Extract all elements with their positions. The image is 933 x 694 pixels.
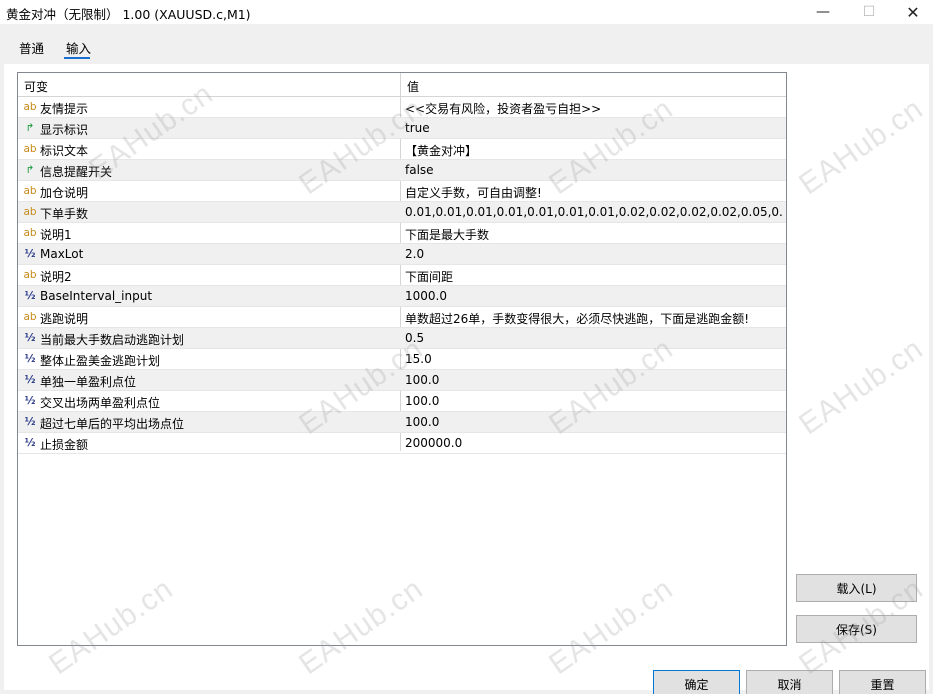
variable-value[interactable]: 下面是最大手数 [405,226,783,243]
close-button[interactable]: ✕ [890,0,933,24]
table-row[interactable]: ab 说明2 下面间距 [18,265,786,286]
variable-name: 信息提醒开关 [40,165,113,179]
variable-name: MaxLot [40,247,84,261]
text-type-icon: ab [23,227,37,239]
table-row[interactable]: ab 友情提示 <<交易有风险，投资者盈亏自担>> [18,97,786,118]
number-type-icon: ½ [24,248,36,260]
minimize-button[interactable]: — [800,0,846,24]
variable-value[interactable]: 【黄金对冲】 [405,142,783,159]
text-type-icon: ab [23,185,37,197]
bool-type-icon: ↱ [25,122,35,134]
table-row[interactable]: ½ 超过七单后的平均出场点位 100.0 [18,412,786,433]
variable-name: 单独一单盈利点位 [40,375,137,389]
table-row[interactable]: ½ 整体止盈美金逃跑计划 15.0 [18,349,786,370]
number-type-icon: ½ [24,332,36,344]
variable-value[interactable]: 0.5 [405,331,783,345]
variable-name: 友情提示 [40,102,89,116]
table-row[interactable]: ab 逃跑说明 单数超过26单，手数变得很大，必须尽快逃跑，下面是逃跑金额! [18,307,786,328]
cancel-button[interactable]: 取消 [746,670,833,694]
column-header-variable[interactable]: 可变 [24,78,48,95]
variable-name: 整体止盈美金逃跑计划 [40,354,161,368]
table-row[interactable]: ↱ 显示标识 true [18,118,786,139]
variable-value[interactable]: <<交易有风险，投资者盈亏自担>> [405,100,783,117]
variable-value[interactable]: 2.0 [405,247,783,261]
variable-value[interactable]: true [405,121,783,135]
text-type-icon: ab [23,143,37,155]
variable-value[interactable]: 单数超过26单，手数变得很大，必须尽快逃跑，下面是逃跑金额! [405,310,783,327]
variable-value[interactable]: 100.0 [405,373,783,387]
tab-inputs[interactable]: 输入 [66,38,91,57]
table-row[interactable]: ½ 止损金额 200000.0 [18,433,786,454]
variable-name: 显示标识 [40,123,89,137]
inputs-grid: 可变 值 ab 友情提示 <<交易有风险，投资者盈亏自担>> ↱ 显示标识 true ab 标… [17,72,787,646]
grid-rows: ab 友情提示 <<交易有风险，投资者盈亏自担>> ↱ 显示标识 true ab 标识文本 【黄… [18,97,786,454]
title-bar: 黄金对冲（无限制） 1.00 (XAUUSD.c,M1) — ☐ ✕ [0,0,933,24]
tab-general[interactable]: 普通 [19,38,44,57]
variable-value[interactable]: 100.0 [405,394,783,408]
number-type-icon: ½ [24,395,36,407]
table-row[interactable]: ↱ 信息提醒开关 false [18,160,786,181]
grid-header: 可变 值 [18,73,786,97]
variable-name: 交叉出场两单盈利点位 [40,396,161,410]
save-button[interactable]: 保存(S) [796,615,917,643]
variable-name: 止损金额 [40,438,89,452]
table-row[interactable]: ab 标识文本 【黄金对冲】 [18,139,786,160]
table-row[interactable]: ½ 交叉出场两单盈利点位 100.0 [18,391,786,412]
variable-value[interactable]: 200000.0 [405,436,783,450]
variable-name: 说明2 [40,270,72,284]
variable-name: 说明1 [40,228,72,242]
table-row[interactable]: ab 说明1 下面是最大手数 [18,223,786,244]
number-type-icon: ½ [24,437,36,449]
table-row[interactable]: ½ 单独一单盈利点位 100.0 [18,370,786,391]
variable-name: 超过七单后的平均出场点位 [40,417,185,431]
text-type-icon: ab [23,269,37,281]
column-header-value[interactable]: 值 [407,78,419,95]
reset-button[interactable]: 重置 [839,670,926,694]
variable-name: 当前最大手数启动逃跑计划 [40,333,185,347]
variable-name: 逃跑说明 [40,312,89,326]
active-tab-indicator [64,57,90,59]
variable-name: 下单手数 [40,207,89,221]
number-type-icon: ½ [24,374,36,386]
variable-value[interactable]: 15.0 [405,352,783,366]
variable-value[interactable]: 自定义手数，可自由调整! [405,184,783,201]
table-row[interactable]: ab 下单手数 0.01,0.01,0.01,0.01,0.01,0.01,0.01… [18,202,786,223]
variable-value[interactable]: false [405,163,783,177]
variable-value[interactable]: 下面间距 [405,268,783,285]
variable-value[interactable]: 100.0 [405,415,783,429]
variable-value[interactable]: 1000.0 [405,289,783,303]
bool-type-icon: ↱ [25,164,35,176]
text-type-icon: ab [23,206,37,218]
table-row[interactable]: ab 加仓说明 自定义手数，可自由调整! [18,181,786,202]
table-row[interactable]: ½ MaxLot 2.0 [18,244,786,265]
load-button[interactable]: 载入(L) [796,574,917,602]
table-row[interactable]: ½ BaseInterval_input 1000.0 [18,286,786,307]
window-title: 黄金对冲（无限制） 1.00 (XAUUSD.c,M1) [6,7,251,22]
variable-name: 加仓说明 [40,186,89,200]
maximize-button[interactable]: ☐ [846,0,892,24]
number-type-icon: ½ [24,353,36,365]
text-type-icon: ab [23,101,37,113]
number-type-icon: ½ [24,290,36,302]
text-type-icon: ab [23,311,37,323]
variable-name: BaseInterval_input [40,289,153,303]
table-row[interactable]: ½ 当前最大手数启动逃跑计划 0.5 [18,328,786,349]
variable-name: 标识文本 [40,144,89,158]
ok-button[interactable]: 确定 [653,670,740,694]
number-type-icon: ½ [24,416,36,428]
variable-value[interactable]: 0.01,0.01,0.01,0.01,0.01,0.01,0.01,0.02,… [405,205,783,219]
